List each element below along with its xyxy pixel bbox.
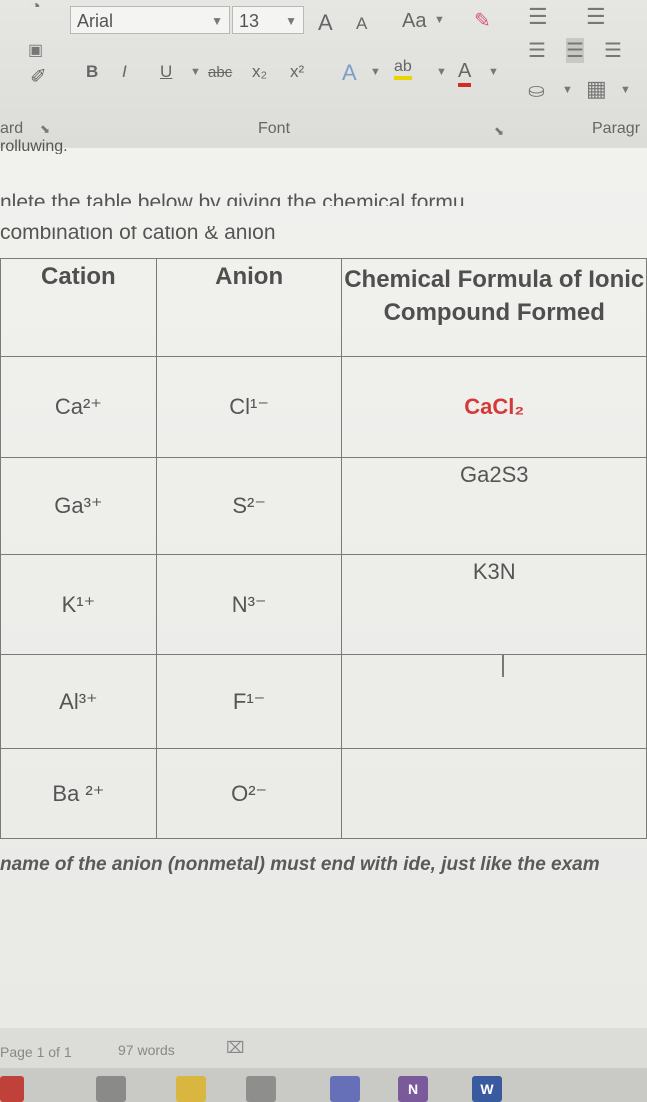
header-anion: Anion <box>155 258 343 357</box>
teams-icon[interactable] <box>330 1076 360 1102</box>
text-effects-button[interactable]: A <box>342 60 357 86</box>
calculator-icon[interactable] <box>246 1076 276 1102</box>
anion-cell[interactable]: S²⁻ <box>155 457 343 555</box>
format-painter-icon[interactable]: ◔ <box>30 0 41 17</box>
formula-cell[interactable] <box>341 748 647 839</box>
align-center-icon[interactable]: ☰ <box>566 38 584 63</box>
folder-icon[interactable] <box>176 1076 206 1102</box>
table-row: K¹⁺ N³⁻ K3N <box>0 554 647 655</box>
word-count[interactable]: 97 words <box>118 1042 175 1058</box>
chevron-down-icon[interactable]: ▼ <box>370 66 381 78</box>
bullets-icon[interactable]: ☰ <box>528 4 548 30</box>
shading-icon[interactable]: ⛀ <box>528 78 545 103</box>
font-color-button[interactable]: A <box>458 60 472 87</box>
proofing-icon[interactable]: ⌧ <box>226 1038 244 1058</box>
font-size-value: 13 <box>239 11 260 31</box>
font-group-label: Font <box>258 120 291 137</box>
grow-font-button[interactable]: A <box>318 10 333 36</box>
chevron-down-icon[interactable]: ▼ <box>488 66 499 78</box>
header-formula: Chemical Formula of Ionic Compound Forme… <box>341 258 647 357</box>
cation-cell[interactable]: Ba ²⁺ <box>0 748 157 839</box>
paste-icon[interactable]: ▣ <box>28 40 43 60</box>
instruction-text: nlete the table below by giving the chem… <box>0 191 465 206</box>
align-right-icon[interactable]: ☰ <box>604 38 622 63</box>
clear-formatting-icon[interactable]: ✎ <box>474 8 491 33</box>
anion-cell[interactable]: O²⁻ <box>155 748 343 839</box>
paragraph-group-label: Paragr <box>592 120 641 137</box>
header-cation: Cation <box>0 258 157 357</box>
chevron-down-icon[interactable]: ▼ <box>436 66 447 78</box>
word-icon[interactable]: W <box>472 1076 502 1102</box>
font-name-box[interactable]: Arial ▼ <box>70 6 230 34</box>
formula-cell[interactable]: Ga2S3 <box>341 457 647 555</box>
dialog-launcher-icon[interactable]: ⬊ <box>494 124 504 138</box>
change-case-button[interactable]: Aa <box>402 10 426 33</box>
chevron-down-icon[interactable]: ▼ <box>211 7 223 35</box>
bold-button[interactable]: B <box>86 62 98 82</box>
clipboard-group-label: ard <box>0 120 24 137</box>
chevron-down-icon[interactable]: ▼ <box>434 14 445 26</box>
table-header-row: Cation Anion Chemical Formula of Ionic C… <box>0 258 647 357</box>
onenote-icon[interactable]: N <box>398 1076 428 1102</box>
text-fragment: rolluwing. <box>0 138 68 154</box>
align-left-icon[interactable]: ☰ <box>528 38 546 63</box>
font-name-value: Arial <box>77 11 114 31</box>
anion-cell[interactable]: F¹⁻ <box>155 654 343 749</box>
underline-button[interactable]: U <box>160 62 172 82</box>
borders-icon[interactable]: ▦ <box>586 76 607 102</box>
status-bar: Page 1 of 1 97 words ⌧ <box>0 1028 647 1068</box>
formula-table-wrapper: Cation Anion Chemical Formula of Ionic C… <box>0 258 647 839</box>
numbering-icon[interactable]: ☰ <box>586 4 606 30</box>
strikethrough-button[interactable]: abc <box>208 64 232 81</box>
table-caption: combination of cation & anion <box>0 226 276 244</box>
cation-cell[interactable]: K¹⁺ <box>0 554 157 655</box>
chevron-down-icon[interactable]: ▼ <box>190 66 201 78</box>
anion-cell[interactable]: N³⁻ <box>155 554 343 655</box>
cation-cell[interactable]: Ca²⁺ <box>0 356 157 458</box>
anion-cell[interactable]: Cl¹⁻ <box>155 356 343 458</box>
app-icon[interactable] <box>0 1076 24 1102</box>
document-page[interactable]: rolluwing. nlete the table below by givi… <box>0 138 647 1028</box>
formula-table: Cation Anion Chemical Formula of Ionic C… <box>0 258 647 839</box>
formula-cell[interactable]: K3N <box>341 554 647 655</box>
instruction-note: name of the anion (nonmetal) must end wi… <box>0 854 600 875</box>
cation-cell[interactable]: Ga³⁺ <box>0 457 157 555</box>
chevron-down-icon[interactable]: ▼ <box>285 7 297 35</box>
subscript-button[interactable]: x₂ <box>252 62 267 82</box>
cation-cell[interactable]: Al³⁺ <box>0 654 157 749</box>
table-row: Ba ²⁺ O²⁻ <box>0 748 647 839</box>
text-cursor <box>502 655 505 677</box>
table-row: Ca²⁺ Cl¹⁻ CaCl₂ <box>0 356 647 458</box>
chevron-down-icon[interactable]: ▼ <box>620 84 631 96</box>
brush-icon[interactable]: ✐ <box>30 64 47 89</box>
table-row: Ga³⁺ S²⁻ Ga2S3 <box>0 457 647 555</box>
formula-cell[interactable] <box>341 654 647 749</box>
shrink-font-button[interactable]: A <box>356 14 367 34</box>
table-row: Al³⁺ F¹⁻ <box>0 654 647 749</box>
formula-cell[interactable]: CaCl₂ <box>341 356 647 458</box>
taskbar: N W <box>0 1068 647 1102</box>
superscript-button[interactable]: x² <box>290 62 304 82</box>
page-count[interactable]: Page 1 of 1 <box>0 1044 72 1060</box>
highlight-button[interactable]: ab <box>394 58 412 80</box>
dialog-launcher-icon[interactable]: ⬊ <box>40 122 50 136</box>
mail-icon[interactable] <box>96 1076 126 1102</box>
ribbon: ◔ ▣ ✐ Arial ▼ 13 ▼ A A Aa ▼ ✎ ☰ ☰ B I U … <box>0 0 647 149</box>
italic-button[interactable]: I <box>122 62 127 82</box>
font-size-box[interactable]: 13 ▼ <box>232 6 304 34</box>
chevron-down-icon[interactable]: ▼ <box>562 84 573 96</box>
